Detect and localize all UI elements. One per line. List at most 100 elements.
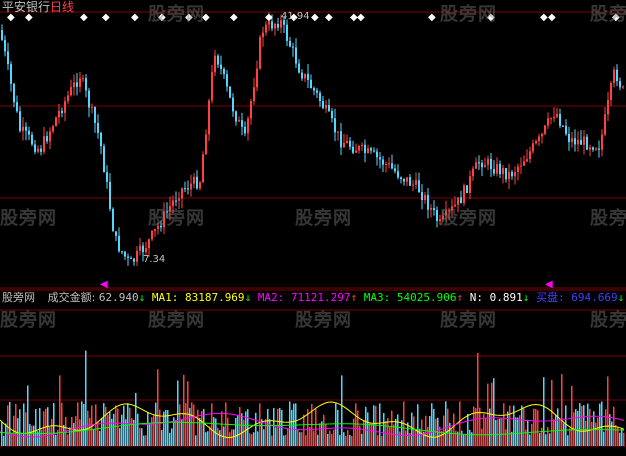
volume-bar <box>219 430 221 446</box>
volume-bar <box>297 429 299 446</box>
volume-bar <box>277 408 279 446</box>
volume-bar <box>601 401 603 446</box>
volume-bar <box>103 403 105 446</box>
volume-bar <box>453 413 455 446</box>
volume-bar <box>241 413 243 446</box>
volume-bar <box>345 435 347 446</box>
volume-bar <box>369 422 371 446</box>
arrow-down-icon: ↓ <box>522 291 530 304</box>
volume-bar <box>603 431 605 446</box>
volume-bar <box>467 413 469 446</box>
volume-bar <box>563 423 565 446</box>
volume-bar <box>49 427 51 446</box>
candle-body <box>433 208 435 210</box>
volume-bar <box>5 423 7 446</box>
candle-body <box>343 142 345 148</box>
volume-bar <box>255 412 257 446</box>
volume-bar <box>517 417 519 446</box>
candle-body <box>286 24 288 41</box>
candle-body <box>295 47 297 64</box>
watermark: 股旁网 <box>440 4 497 25</box>
candle-body <box>70 87 72 96</box>
volume-bar <box>559 419 561 446</box>
volume-bar <box>181 419 183 446</box>
candle-body <box>613 69 615 84</box>
volume-bar <box>267 408 269 446</box>
volume-bar <box>169 432 171 446</box>
volume-bar <box>191 402 193 446</box>
ma1-value: 83187.969 <box>184 291 245 304</box>
candle-body <box>430 208 432 210</box>
volume-bar <box>329 430 331 446</box>
volume-bar <box>567 435 569 446</box>
candle-body <box>361 144 363 146</box>
candle-body <box>196 176 198 189</box>
candle-body <box>52 126 54 132</box>
candle-body <box>412 184 414 186</box>
candle-body <box>76 82 78 87</box>
candle-body <box>121 251 123 253</box>
ma2-value: 71121.297 <box>290 291 351 304</box>
volume-bar <box>15 403 17 446</box>
volume-bar <box>165 409 167 446</box>
candle-body <box>502 167 504 175</box>
volume-bar <box>39 408 41 446</box>
diamond-marker: ◆ <box>357 12 365 23</box>
candle-body <box>37 148 39 152</box>
volume-bar <box>145 435 147 446</box>
volume-bar <box>499 418 501 446</box>
volume-bar <box>95 404 97 446</box>
volume-bar <box>475 408 477 446</box>
volume-bar <box>331 433 333 446</box>
volume-bar <box>79 419 81 446</box>
candle-body <box>538 136 540 142</box>
arrow-up-icon: ↑ <box>350 291 358 304</box>
candle-body <box>523 161 525 166</box>
volume-bar <box>479 407 481 446</box>
candle-body <box>40 148 42 152</box>
volume-bar <box>333 429 335 446</box>
volume-bar <box>463 434 465 446</box>
candle-body <box>298 63 300 73</box>
candle-body <box>43 136 45 152</box>
triangle-marker: ◀ <box>100 279 108 290</box>
watermark: 股旁网 <box>148 4 205 25</box>
candle-body <box>559 114 561 126</box>
volume-bar <box>185 403 187 446</box>
candle-body <box>598 148 600 150</box>
candle-body <box>316 90 318 93</box>
candle-body <box>427 194 429 210</box>
candle-body <box>544 125 546 134</box>
candle-body <box>49 131 51 142</box>
volume-bar <box>371 423 373 446</box>
candle-body <box>133 258 135 262</box>
candle-body <box>127 256 129 258</box>
volume-bar <box>543 377 545 446</box>
candle-body <box>205 134 207 155</box>
candle-body <box>10 64 12 84</box>
volume-bar <box>501 418 503 446</box>
volume-bar <box>529 434 531 446</box>
volume-bar <box>553 419 555 446</box>
watermark: 股旁网 <box>0 310 57 331</box>
volume-bar <box>129 407 131 446</box>
candle-body <box>499 163 501 175</box>
candle-body <box>88 90 90 108</box>
candle-body <box>58 110 60 118</box>
volume-bar <box>175 419 177 446</box>
volume-bar <box>605 409 607 446</box>
volume-bar <box>599 403 601 446</box>
volume-bar <box>19 409 21 446</box>
candle-body <box>214 55 216 73</box>
candle-body <box>484 164 486 168</box>
volume-bar <box>365 406 367 446</box>
volume-bar <box>621 427 623 446</box>
volume-bar <box>33 425 35 446</box>
candle-body <box>31 134 33 145</box>
period-label[interactable]: 日线 <box>50 0 74 14</box>
candle-body <box>178 198 180 201</box>
candle-body <box>277 23 279 28</box>
diamond-marker: ◆ <box>80 12 88 23</box>
volume-bar <box>575 409 577 446</box>
triangle-marker: ◀ <box>545 279 553 290</box>
